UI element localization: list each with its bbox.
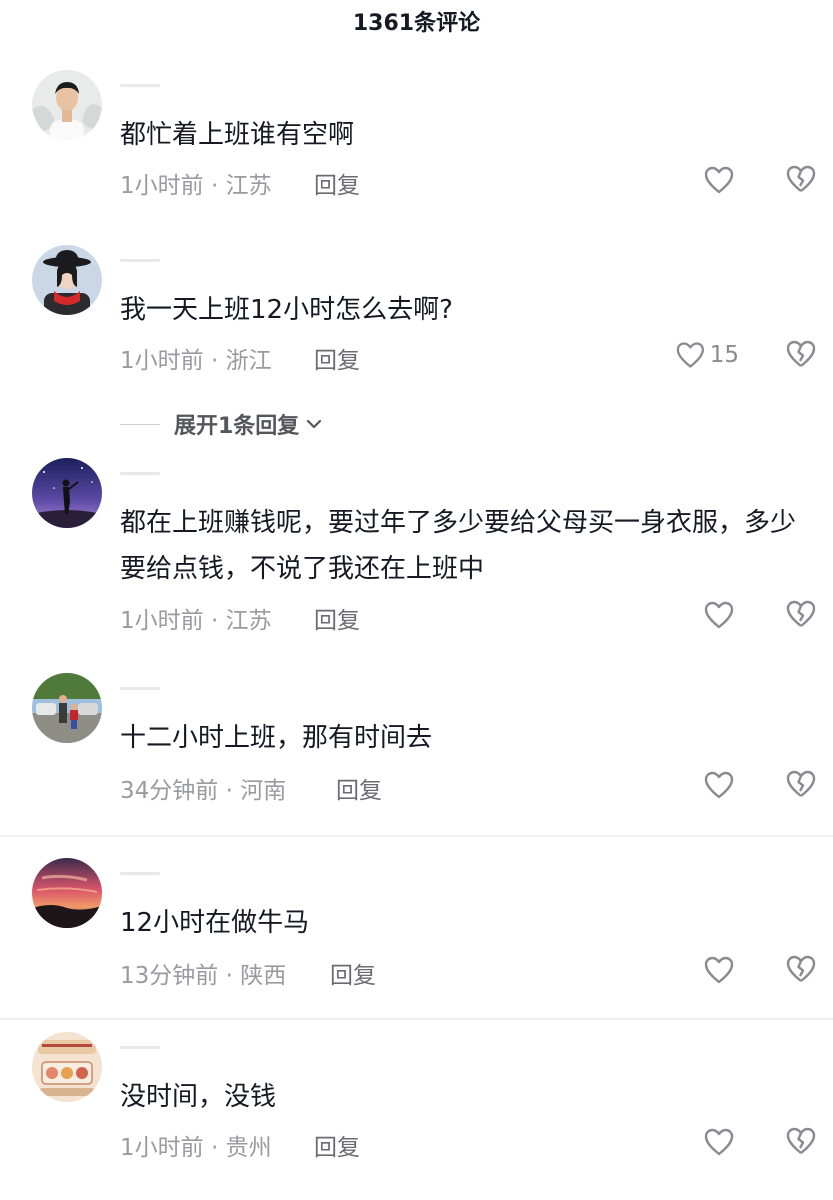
broken-heart-icon	[786, 1127, 816, 1154]
avatar[interactable]	[32, 245, 102, 315]
comment-meta: 1小时前 · 江苏	[120, 173, 272, 199]
comment-meta: 1小时前 · 浙江	[120, 348, 272, 374]
comment-text: 12小时在做牛马	[120, 908, 310, 938]
username[interactable]	[120, 679, 200, 699]
heart-icon	[676, 342, 704, 368]
dislike-button[interactable]	[785, 769, 817, 801]
comment-meta: 13分钟前 · 陕西	[120, 963, 287, 989]
dislike-button[interactable]	[785, 1126, 817, 1158]
like-button[interactable]	[675, 769, 739, 801]
avatar[interactable]	[32, 70, 102, 140]
chevron-down-icon	[307, 419, 322, 429]
heart-icon	[704, 1128, 734, 1156]
broken-heart-icon	[786, 165, 816, 192]
like-count: 15	[709, 342, 739, 368]
divider-line	[120, 423, 160, 425]
comments-header: 1361条评论	[0, 0, 833, 50]
comment-text: 都在上班赚钱呢，要过年了多少要给父母买一身衣服，多少要给点钱，不说了我还在上班中	[120, 508, 797, 584]
expand-replies-button[interactable]: 展开1条回复	[120, 408, 323, 440]
reply-button[interactable]: 回复	[314, 601, 360, 635]
dislike-button[interactable]	[785, 599, 817, 631]
like-button[interactable]	[675, 599, 739, 631]
avatar[interactable]	[32, 673, 102, 743]
reply-button[interactable]: 回复	[314, 341, 360, 375]
comment-text: 我一天上班12小时怎么去啊?	[120, 295, 453, 325]
broken-heart-icon	[786, 340, 816, 367]
dislike-button[interactable]	[785, 339, 817, 371]
avatar[interactable]	[32, 1032, 102, 1102]
dislike-button[interactable]	[785, 164, 817, 196]
comment-text: 没时间，没钱	[120, 1082, 277, 1112]
comment-meta: 34分钟前 · 河南	[120, 778, 287, 804]
dislike-button[interactable]	[785, 954, 817, 986]
like-button[interactable]	[675, 164, 739, 196]
broken-heart-icon	[786, 600, 816, 627]
comment-meta: 1小时前 · 贵州	[120, 1135, 272, 1161]
divider	[0, 835, 833, 837]
like-button[interactable]	[675, 1126, 739, 1158]
reply-button[interactable]: 回复	[336, 771, 382, 805]
expand-replies-label: 展开1条回复	[174, 414, 300, 439]
heart-icon	[704, 956, 734, 984]
comment-meta: 1小时前 · 江苏	[120, 608, 272, 634]
divider	[0, 1018, 833, 1020]
comment-text: 都忙着上班谁有空啊	[120, 120, 355, 150]
broken-heart-icon	[786, 955, 816, 982]
broken-heart-icon	[786, 770, 816, 797]
heart-icon	[704, 166, 734, 194]
avatar[interactable]	[32, 858, 102, 928]
reply-button[interactable]: 回复	[314, 166, 360, 200]
username[interactable]	[120, 76, 200, 96]
heart-icon	[704, 771, 734, 799]
like-button[interactable]: 15	[675, 339, 739, 371]
avatar[interactable]	[32, 458, 102, 528]
username[interactable]	[120, 464, 200, 484]
reply-button[interactable]: 回复	[330, 956, 376, 990]
comment-count-title: 1361条评论	[352, 11, 481, 36]
like-button[interactable]	[675, 954, 739, 986]
reply-button[interactable]: 回复	[314, 1128, 360, 1162]
comment-text: 十二小时上班，那有时间去	[120, 723, 433, 753]
heart-icon	[704, 601, 734, 629]
username[interactable]	[120, 1038, 200, 1058]
username[interactable]	[120, 864, 200, 884]
username[interactable]	[120, 251, 200, 271]
